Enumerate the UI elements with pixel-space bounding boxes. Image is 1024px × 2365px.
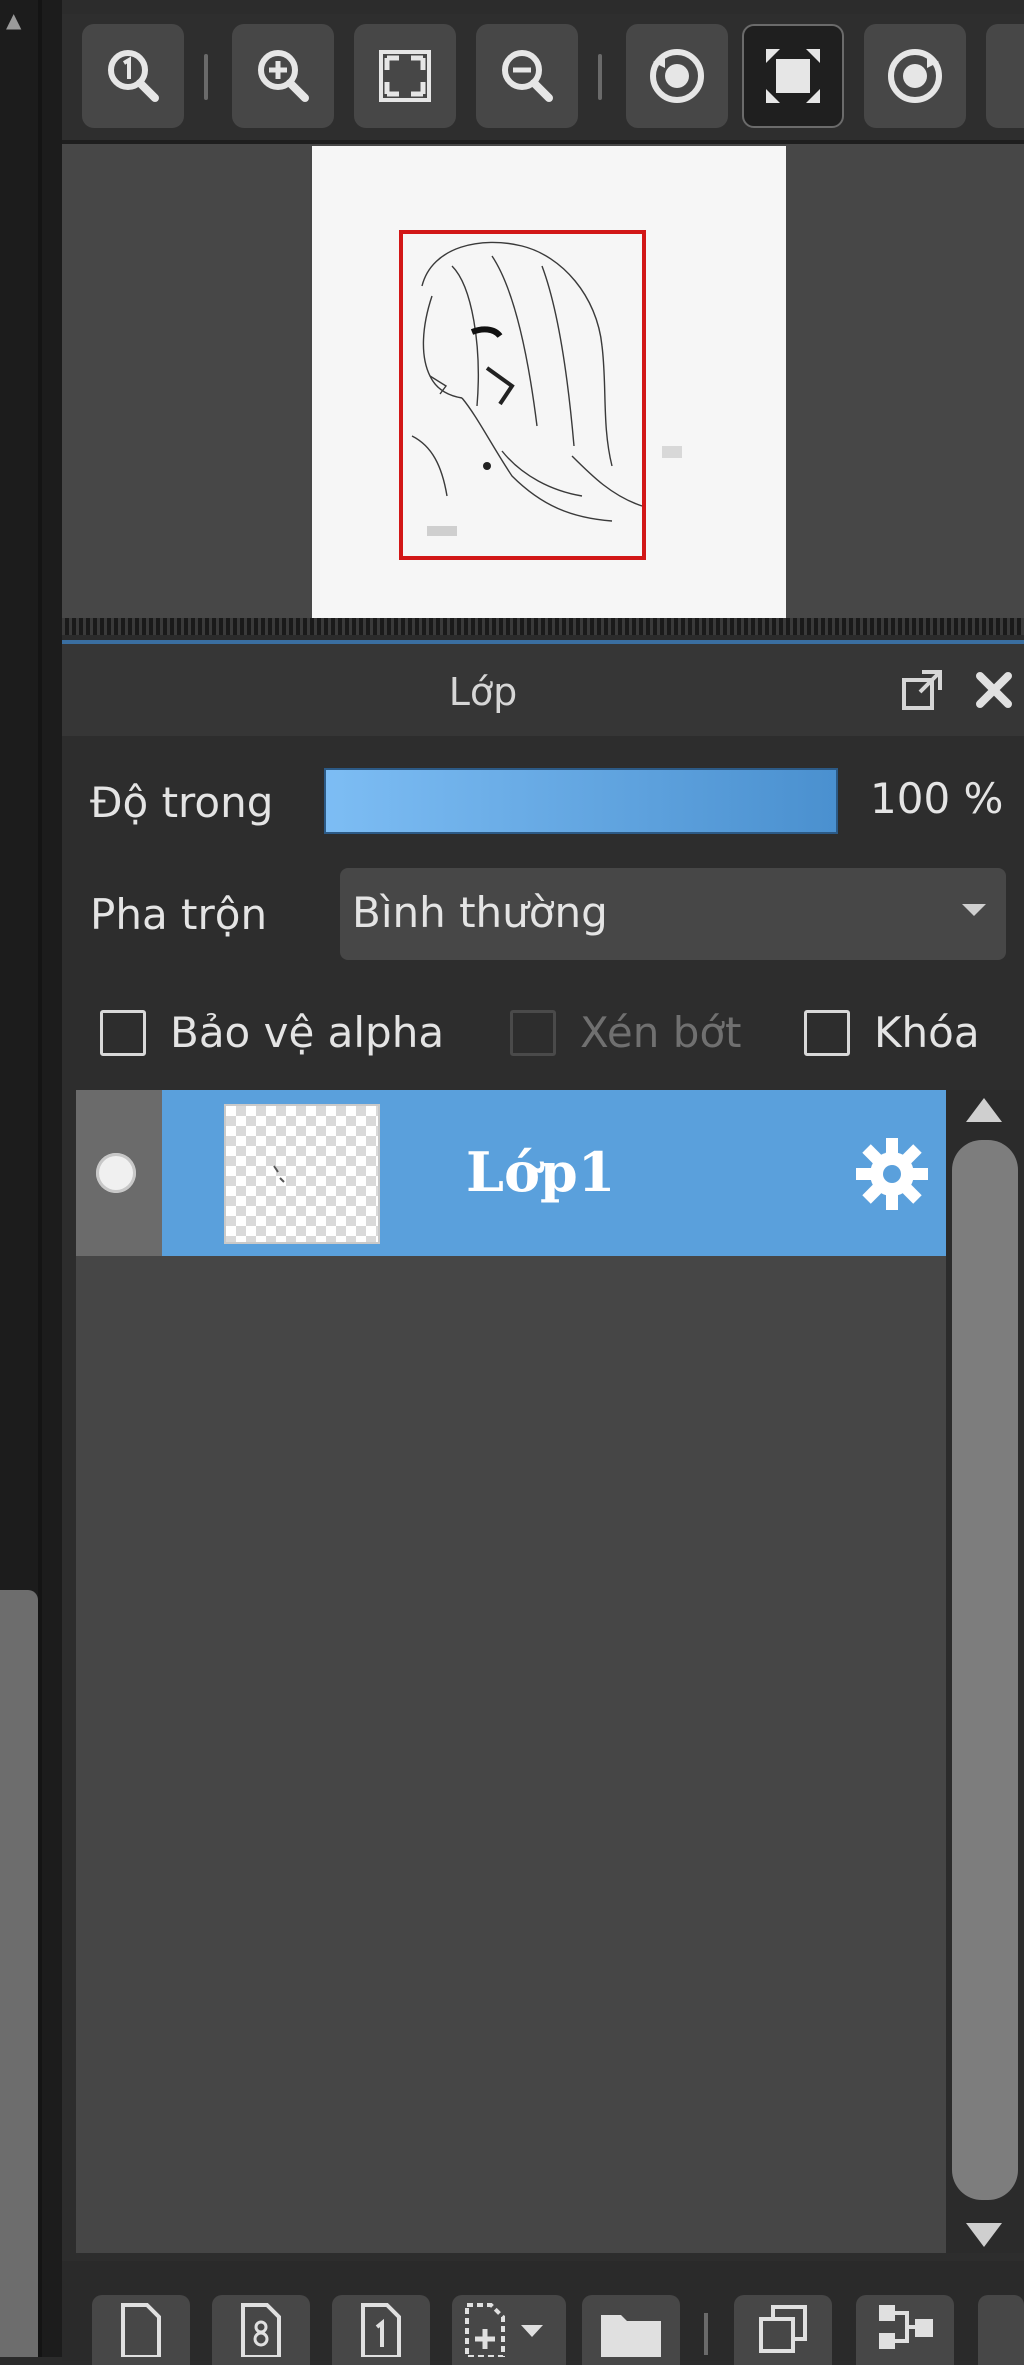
zoom-out-button[interactable] [476, 24, 578, 128]
panel-title: Lớp [448, 670, 518, 714]
new-1bit-layer-button[interactable] [332, 2295, 430, 2365]
opacity-slider[interactable] [324, 768, 838, 834]
more-layer-actions-button[interactable] [978, 2295, 1024, 2365]
left-panel-strip: ▲ [0, 0, 62, 2357]
opacity-value: 100 % [870, 774, 1004, 823]
chevron-down-icon [962, 904, 986, 916]
toolbar-separator [704, 2313, 708, 2355]
layer-8-icon [241, 2303, 281, 2357]
rotate-right-icon [888, 49, 942, 103]
layer-1-icon [361, 2303, 401, 2357]
folder-icon [601, 2315, 661, 2357]
layer-list[interactable]: Lớp1 [76, 1090, 946, 2253]
visibility-dot-icon [96, 1153, 136, 1193]
zoom-in-icon [258, 50, 309, 102]
toolbar-separator [598, 54, 602, 100]
zoom-out-icon [502, 50, 553, 102]
navigator-panel [62, 0, 1024, 635]
new-folder-button[interactable] [582, 2295, 680, 2365]
layer-panel-header: Lớp [62, 644, 1024, 736]
checkbox-box[interactable] [100, 1009, 146, 1056]
checkbox-label: Bảo vệ alpha [170, 1008, 445, 1057]
scroll-down-icon[interactable] [966, 2223, 1002, 2247]
new-page-icon [121, 2303, 161, 2357]
fullscreen-button[interactable] [742, 24, 844, 128]
rotate-right-button[interactable] [864, 24, 966, 128]
layer-row[interactable]: Lớp1 [76, 1090, 946, 1256]
viewport-frame[interactable] [399, 230, 646, 560]
fit-to-window-button[interactable] [354, 24, 456, 128]
opacity-label: Độ trong [90, 778, 274, 827]
more-tools-button[interactable] [986, 24, 1024, 128]
layer-panel: Lớp Độ trong 100 % Pha trộn Bình thường … [62, 640, 1024, 2365]
scrollbar-thumb[interactable] [952, 1140, 1018, 2200]
merge-icon [879, 2305, 933, 2349]
blend-mode-value: Bình thường [352, 888, 608, 937]
add-layer-menu-button[interactable] [452, 2295, 566, 2365]
layer-name[interactable]: Lớp1 [466, 1140, 615, 1204]
checkbox-box[interactable] [804, 1009, 850, 1056]
merge-down-button[interactable] [856, 2295, 954, 2365]
protect-alpha-checkbox[interactable]: Bảo vệ alpha [100, 1008, 444, 1057]
gear-icon[interactable] [854, 1136, 930, 1216]
rotate-left-button[interactable] [626, 24, 728, 128]
toolbar-separator [204, 54, 208, 100]
scroll-up-icon[interactable] [966, 1098, 1002, 1122]
zoom-1-to-1-icon [108, 50, 159, 102]
new-layer-button[interactable] [92, 2295, 190, 2365]
layer-thumbnail [224, 1104, 380, 1244]
left-panel-edge [38, 0, 42, 2357]
visibility-toggle[interactable] [76, 1090, 162, 1256]
left-scrollbar-thumb[interactable] [0, 1590, 38, 2357]
checkbox-label: Khóa [874, 1008, 980, 1057]
navigator-top-band [62, 0, 1024, 14]
close-icon[interactable] [972, 668, 1016, 716]
add-layer-dropdown-icon [465, 2303, 543, 2357]
new-8bit-layer-button[interactable] [212, 2295, 310, 2365]
lock-checkbox[interactable]: Khóa [804, 1008, 980, 1057]
checkbox-box [510, 1009, 556, 1056]
layer-list-scrollbar[interactable] [946, 1090, 1024, 2253]
zoom-actual-size-button[interactable] [82, 24, 184, 128]
blend-mode-select[interactable]: Bình thường [340, 868, 1006, 960]
duplicate-layer-button[interactable] [734, 2295, 832, 2365]
navigator-preview[interactable] [62, 144, 1024, 618]
layer-thumb-sketch [273, 1165, 285, 1183]
panel-splitter[interactable] [62, 618, 1024, 635]
duplicate-icon [759, 2305, 807, 2353]
canvas-thumbnail [312, 146, 786, 618]
fit-screen-icon [379, 50, 431, 102]
navigator-toolbar [62, 14, 1024, 144]
blend-mode-label: Pha trộn [90, 890, 268, 939]
rotate-left-icon [650, 49, 704, 103]
scroll-up-arrow-icon[interactable]: ▲ [6, 8, 21, 32]
detach-panel-icon[interactable] [900, 668, 944, 716]
fullscreen-icon [766, 49, 820, 103]
zoom-in-button[interactable] [232, 24, 334, 128]
clipping-checkbox: Xén bớt [510, 1008, 742, 1057]
layer-toolbar [62, 2261, 1024, 2365]
checkbox-label: Xén bớt [580, 1008, 742, 1057]
